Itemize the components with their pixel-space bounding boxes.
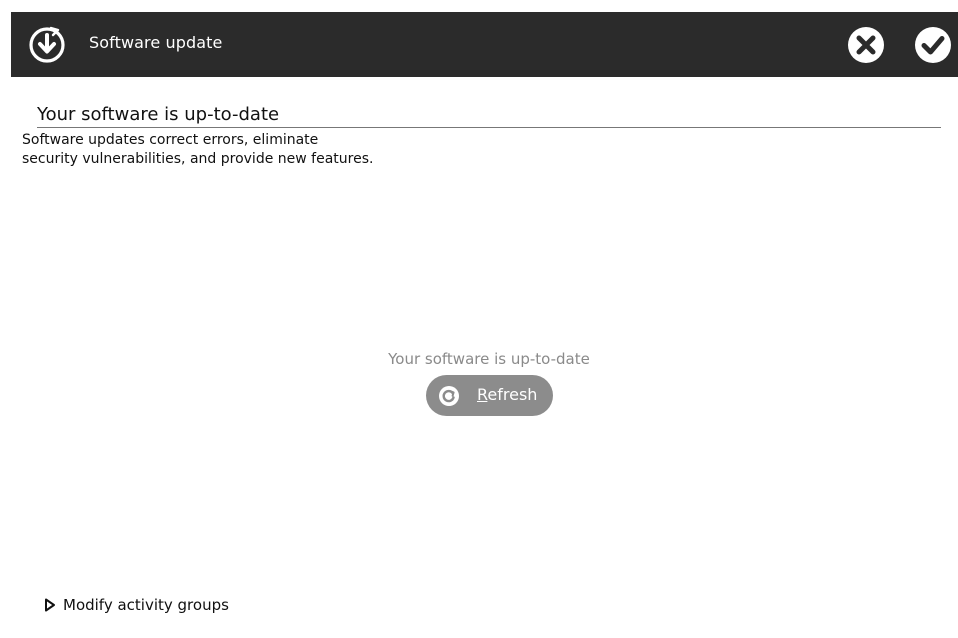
refresh-label: Refresh bbox=[477, 385, 537, 404]
refresh-mnemonic: R bbox=[477, 385, 488, 404]
refresh-button[interactable]: Refresh bbox=[426, 375, 553, 416]
confirm-button[interactable] bbox=[913, 26, 953, 64]
description-line: security vulnerabilities, and provide ne… bbox=[22, 151, 374, 167]
left-margin bbox=[0, 0, 11, 638]
modify-activity-groups-expander[interactable]: Modify activity groups bbox=[44, 596, 229, 614]
status-message: Your software is up-to-date bbox=[388, 350, 590, 368]
triangle-right-icon bbox=[45, 598, 55, 612]
top-margin bbox=[0, 0, 958, 12]
refresh-icon bbox=[439, 386, 459, 406]
close-button[interactable] bbox=[847, 26, 885, 64]
window-title: Software update bbox=[89, 33, 223, 52]
expander-label: Modify activity groups bbox=[63, 596, 229, 614]
refresh-label-rest: efresh bbox=[487, 385, 538, 404]
description: Software updates correct errors, elimina… bbox=[22, 131, 373, 169]
download-update-icon bbox=[29, 26, 65, 63]
title-bar: Software update bbox=[11, 12, 958, 77]
description-line: Software updates correct errors, elimina… bbox=[22, 132, 319, 148]
section-heading: Your software is up-to-date bbox=[37, 104, 280, 125]
heading-divider bbox=[37, 127, 941, 128]
